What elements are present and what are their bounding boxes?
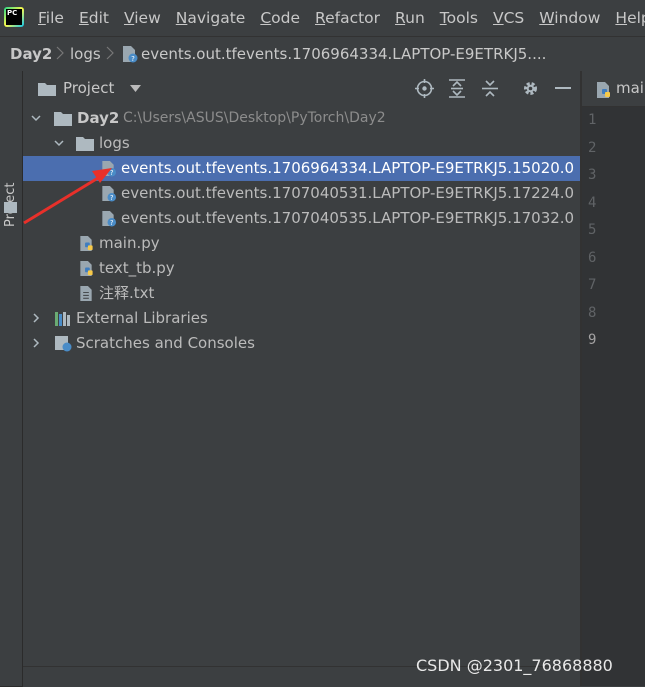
- project-path: C:\Users\ASUS\Desktop\PyTorch\Day2: [123, 110, 386, 126]
- unknown-file-icon: ?: [102, 160, 117, 177]
- menu-edit[interactable]: Edit: [79, 9, 109, 27]
- line-number: 7: [588, 277, 597, 293]
- chevron-right-icon[interactable]: [31, 313, 41, 323]
- collapse-all-icon[interactable]: [481, 79, 499, 98]
- minimize-icon[interactable]: [555, 87, 571, 90]
- unknown-file-icon: ?: [123, 46, 138, 63]
- line-number: 4: [588, 195, 597, 211]
- scratches-icon: [55, 336, 72, 352]
- main-menu: File Edit View Navigate Code Refactor Ru…: [38, 0, 645, 36]
- menu-view[interactable]: View: [124, 9, 161, 27]
- line-number: 2: [588, 140, 597, 156]
- breadcrumb-project[interactable]: Day2: [10, 37, 52, 71]
- tree-item-event-file-selected[interactable]: ? events.out.tfevents.1706964334.LAPTOP-…: [23, 156, 580, 181]
- tree-item-label: 注释.txt: [99, 284, 155, 302]
- editor-tab-bar: main: [582, 71, 645, 107]
- folder-icon: [76, 137, 94, 151]
- python-file-icon: [80, 235, 93, 252]
- tree-item-txt-file[interactable]: 注释.txt: [23, 281, 580, 306]
- tree-item-label: logs: [99, 134, 130, 152]
- editor-area: main 1 2 3 4 5 6 7 8 9: [582, 71, 645, 686]
- tree-item-root[interactable]: Day2 C:\Users\ASUS\Desktop\PyTorch\Day2: [23, 106, 580, 131]
- panel-title[interactable]: Project: [63, 71, 114, 106]
- menu-code[interactable]: Code: [260, 9, 300, 27]
- locate-icon[interactable]: [415, 79, 434, 98]
- menu-tools[interactable]: Tools: [440, 9, 478, 27]
- line-number-current: 9: [588, 332, 597, 348]
- chevron-right-icon: [56, 46, 64, 60]
- menu-help[interactable]: Help: [615, 9, 645, 27]
- menu-refactor[interactable]: Refactor: [315, 9, 380, 27]
- tree-item-logs[interactable]: logs: [23, 131, 580, 156]
- unknown-file-icon: ?: [102, 185, 117, 202]
- chevron-down-icon[interactable]: [54, 138, 64, 148]
- library-icon: [55, 312, 70, 326]
- breadcrumb-file[interactable]: events.out.tfevents.1706964334.LAPTOP-E9…: [141, 37, 546, 71]
- project-folder-icon: [38, 83, 56, 96]
- line-number: 3: [588, 167, 597, 183]
- tree-item-event-file[interactable]: ? events.out.tfevents.1707040535.LAPTOP-…: [23, 206, 580, 231]
- chevron-right-icon[interactable]: [31, 338, 41, 348]
- project-tree: Day2 C:\Users\ASUS\Desktop\PyTorch\Day2 …: [23, 106, 580, 666]
- watermark: CSDN @2301_76868880: [416, 656, 613, 675]
- menu-navigate[interactable]: Navigate: [176, 9, 246, 27]
- svg-text:?: ?: [131, 55, 135, 63]
- chevron-down-icon[interactable]: [31, 113, 41, 123]
- svg-text:?: ?: [110, 194, 114, 202]
- python-file-icon: [597, 82, 610, 98]
- pycharm-logo-icon[interactable]: PC: [4, 7, 24, 27]
- folder-icon: [4, 202, 17, 213]
- line-number: 6: [588, 250, 597, 266]
- chevron-right-icon: [106, 46, 114, 60]
- menu-run[interactable]: Run: [395, 9, 425, 27]
- line-number: 1: [588, 112, 597, 128]
- unknown-file-icon: ?: [102, 210, 117, 227]
- project-panel-header: Project: [23, 71, 580, 107]
- tree-item-label: events.out.tfevents.1707040535.LAPTOP-E9…: [121, 209, 575, 227]
- tree-item-label: events.out.tfevents.1706964334.LAPTOP-E9…: [121, 159, 575, 177]
- gear-icon[interactable]: [521, 79, 540, 98]
- line-number: 8: [588, 305, 597, 321]
- tool-window-strip: Project: [0, 71, 23, 686]
- tree-item-label: main.py: [99, 234, 160, 252]
- menu-window[interactable]: Window: [539, 9, 600, 27]
- line-number: 5: [588, 222, 597, 238]
- menu-bar: PC File Edit View Navigate Code Refactor…: [0, 0, 645, 36]
- tree-item-text-tb-py[interactable]: text_tb.py: [23, 256, 580, 281]
- folder-icon: [54, 112, 72, 126]
- menu-vcs[interactable]: VCS: [493, 9, 524, 27]
- tree-item-label: Scratches and Consoles: [76, 334, 255, 352]
- tree-item-main-py[interactable]: main.py: [23, 231, 580, 256]
- breadcrumb: Day2 logs ? events.out.tfevents.17069643…: [0, 36, 645, 72]
- tree-item-label: events.out.tfevents.1707040531.LAPTOP-E9…: [121, 184, 575, 202]
- tree-item-label: External Libraries: [76, 309, 208, 327]
- tree-item-event-file[interactable]: ? events.out.tfevents.1707040531.LAPTOP-…: [23, 181, 580, 206]
- python-file-icon: [80, 260, 93, 277]
- tree-item-label: Day2: [77, 109, 120, 127]
- expand-all-icon[interactable]: [448, 79, 466, 98]
- svg-text:?: ?: [110, 219, 114, 227]
- tree-item-scratches[interactable]: Scratches and Consoles: [23, 331, 580, 356]
- tab-main[interactable]: main: [616, 71, 645, 106]
- svg-text:?: ?: [110, 169, 114, 177]
- breadcrumb-logs[interactable]: logs: [70, 37, 101, 71]
- line-number-gutter: 1 2 3 4 5 6 7 8 9: [582, 107, 645, 686]
- tree-item-external-libraries[interactable]: External Libraries: [23, 306, 580, 331]
- chevron-down-icon[interactable]: [130, 85, 141, 93]
- tree-item-label: text_tb.py: [99, 259, 175, 277]
- text-file-icon: [80, 285, 92, 302]
- menu-file[interactable]: File: [38, 9, 64, 27]
